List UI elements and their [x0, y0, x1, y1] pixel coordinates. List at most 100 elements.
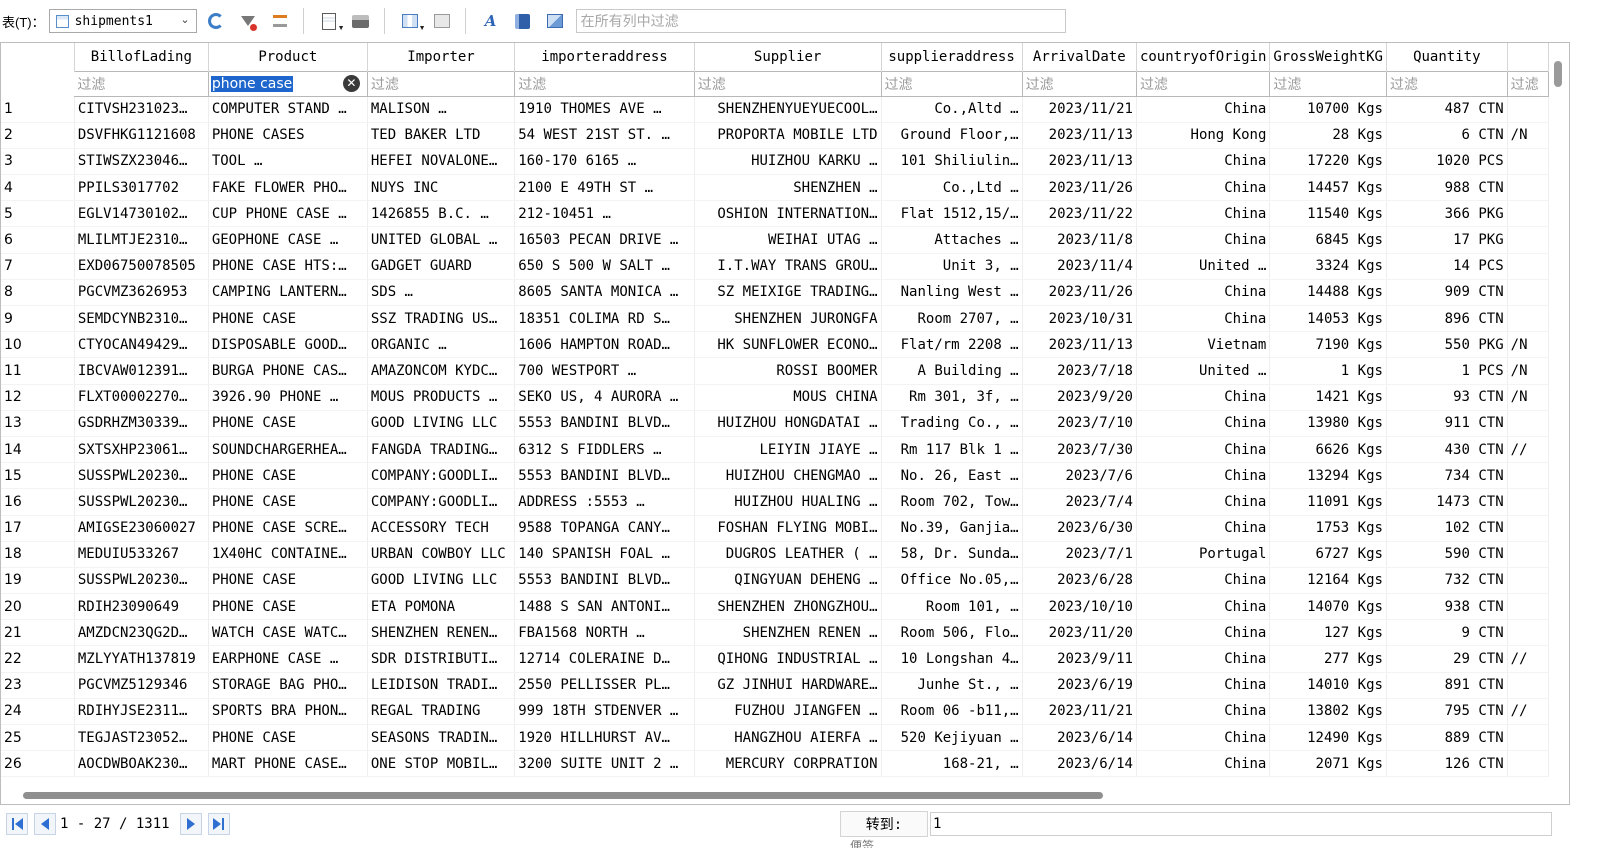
table-cell[interactable]: 2023/6/19: [1022, 672, 1137, 699]
table-cell[interactable]: [1507, 750, 1549, 778]
delete-record-button[interactable]: [429, 8, 455, 34]
table-cell[interactable]: 8605 SANTA MONICA …: [514, 279, 695, 307]
table-row[interactable]: 17 AMIGSE23060027 PHONE CASE SCRE… ACCESSOR…: [1, 515, 1549, 542]
table-cell[interactable]: 2023/6/14: [1022, 724, 1137, 752]
clear-filter-button[interactable]: [235, 8, 261, 34]
table-cell[interactable]: China: [1136, 436, 1271, 464]
table-cell[interactable]: 1 PCS: [1386, 357, 1508, 385]
table-cell[interactable]: 13802 Kgs: [1269, 698, 1387, 726]
table-row[interactable]: 11 IBCVAW012391… BURGA PHONE CAS… AMAZONCOM…: [1, 357, 1549, 385]
table-cell[interactable]: LEIDISON TRADI…: [367, 672, 516, 699]
table-cell[interactable]: /N: [1507, 357, 1549, 385]
table-cell[interactable]: 2023/6/30: [1022, 515, 1137, 542]
table-cell[interactable]: 2023/11/21: [1022, 698, 1137, 726]
table-cell[interactable]: China: [1136, 174, 1271, 202]
table-cell[interactable]: 550 PKG: [1386, 331, 1508, 359]
table-cell[interactable]: No. 26, East …: [881, 462, 1023, 490]
table-cell[interactable]: GOOD LIVING LLC: [367, 567, 516, 595]
table-cell[interactable]: 650 S 500 W SALT …: [514, 253, 695, 280]
column-header[interactable]: ArrivalDate: [1022, 43, 1137, 71]
table-row[interactable]: 16 SUSSPWL20230… PHONE CASE COMPANY:GOODLI……: [1, 488, 1549, 516]
table-cell[interactable]: A Building …: [881, 357, 1023, 385]
font-button[interactable]: A: [478, 8, 504, 34]
table-cell[interactable]: 366 PKG: [1386, 200, 1508, 228]
table-cell[interactable]: I.T.WAY TRANS GROU…: [694, 253, 882, 280]
table-cell[interactable]: 102 CTN: [1386, 515, 1508, 542]
table-cell[interactable]: 590 CTN: [1386, 541, 1508, 568]
table-cell[interactable]: 1 Kgs: [1269, 357, 1387, 385]
table-row[interactable]: 26 AOCDWBOAK230… MART PHONE CASE… ONE STOP …: [1, 750, 1549, 778]
table-cell[interactable]: China: [1136, 488, 1271, 516]
table-cell[interactable]: 2550 PELLISSER PL…: [514, 672, 695, 699]
table-cell[interactable]: 17220 Kgs: [1269, 148, 1387, 176]
table-cell[interactable]: 18351 COLIMA RD S…: [514, 305, 695, 333]
table-cell[interactable]: Nanling West …: [881, 279, 1023, 307]
table-cell[interactable]: TEGJAST23052…: [74, 724, 209, 752]
column-header[interactable]: BillofLading: [74, 43, 209, 71]
table-cell[interactable]: LEIYIN JIAYE …: [694, 436, 882, 464]
table-cell[interactable]: 14488 Kgs: [1269, 279, 1387, 307]
table-cell[interactable]: 2023/9/20: [1022, 384, 1137, 411]
table-cell[interactable]: 7190 Kgs: [1269, 331, 1387, 359]
table-cell[interactable]: 277 Kgs: [1269, 645, 1387, 673]
table-cell[interactable]: PHONE CASE: [208, 488, 368, 516]
table-cell[interactable]: 10 Longshan 4…: [881, 645, 1023, 673]
table-cell[interactable]: AMIGSE23060027: [74, 515, 209, 542]
table-cell[interactable]: DISPOSABLE GOOD…: [208, 331, 368, 359]
table-cell[interactable]: 1606 HAMPTON ROAD…: [514, 331, 695, 359]
table-cell[interactable]: China: [1136, 750, 1271, 778]
prev-page-button[interactable]: [34, 813, 56, 835]
table-cell[interactable]: China: [1136, 619, 1271, 647]
table-row[interactable]: 24 RDIHYJSE2311… SPORTS BRA PHON… REGAL TRA…: [1, 698, 1549, 726]
table-cell[interactable]: 6626 Kgs: [1269, 436, 1387, 464]
table-cell[interactable]: HEFEI NOVALONE…: [367, 148, 516, 176]
table-cell[interactable]: 6 CTN: [1386, 122, 1508, 149]
table-cell[interactable]: //: [1507, 645, 1549, 673]
table-cell[interactable]: 14070 Kgs: [1269, 593, 1387, 621]
table-cell[interactable]: OSHION INTERNATION…: [694, 200, 882, 228]
table-cell[interactable]: EGLV14730102…: [74, 200, 209, 228]
table-cell[interactable]: [1507, 567, 1549, 595]
table-cell[interactable]: //: [1507, 436, 1549, 464]
table-cell[interactable]: SDS …: [367, 279, 516, 307]
table-cell[interactable]: [1507, 488, 1549, 516]
table-cell[interactable]: 126 CTN: [1386, 750, 1508, 778]
bookmark-button[interactable]: [510, 8, 536, 34]
table-cell[interactable]: STIWSZX23046…: [74, 148, 209, 176]
vertical-scroll-thumb[interactable]: [1554, 61, 1562, 87]
table-cell[interactable]: HUIZHOU CHENGMAO …: [694, 462, 882, 490]
table-cell[interactable]: 2023/7/4: [1022, 488, 1137, 516]
table-cell[interactable]: [1507, 253, 1549, 280]
table-cell[interactable]: REGAL TRADING: [367, 698, 516, 726]
table-cell[interactable]: 1426855 B.C. …: [367, 200, 516, 228]
table-cell[interactable]: 3926.90 PHONE …: [208, 384, 368, 411]
table-cell[interactable]: FAKE FLOWER PHO…: [208, 174, 368, 202]
table-cell[interactable]: China: [1136, 148, 1271, 176]
table-cell[interactable]: 1753 Kgs: [1269, 515, 1387, 542]
table-cell[interactable]: Room 06 -b11,…: [881, 698, 1023, 726]
table-cell[interactable]: CAMPING LANTERN…: [208, 279, 368, 307]
table-cell[interactable]: Office No.05,…: [881, 567, 1023, 595]
table-cell[interactable]: 16503 PECAN DRIVE …: [514, 226, 695, 254]
table-cell[interactable]: PHONE CASE: [208, 305, 368, 333]
column-header[interactable]: countryofOrigin: [1136, 43, 1271, 71]
table-cell[interactable]: 2023/7/1: [1022, 541, 1137, 568]
table-cell[interactable]: PHONE CASE: [208, 567, 368, 595]
table-cell[interactable]: 909 CTN: [1386, 279, 1508, 307]
table-cell[interactable]: QIHONG INDUSTRIAL …: [694, 645, 882, 673]
table-cell[interactable]: AOCDWBOAK230…: [74, 750, 209, 778]
table-cell[interactable]: 795 CTN: [1386, 698, 1508, 726]
table-row[interactable]: 9 SEMDCYNB2310… PHONE CASE SSZ TRADING US… 1…: [1, 305, 1549, 333]
table-cell[interactable]: China: [1136, 698, 1271, 726]
table-cell[interactable]: CITVSH231023…: [74, 96, 209, 123]
table-cell[interactable]: AMAZONCOM KYDC…: [367, 357, 516, 385]
table-cell[interactable]: 3324 Kgs: [1269, 253, 1387, 280]
table-row[interactable]: 6 MLILMTJE2310… GEOPHONE CASE … UNITED GLOB…: [1, 226, 1549, 254]
table-cell[interactable]: CUP PHONE CASE …: [208, 200, 368, 228]
table-row[interactable]: 18 MEDUIU533267 1X40HC CONTAINE… URBAN COWB…: [1, 541, 1549, 568]
table-cell[interactable]: 1421 Kgs: [1269, 384, 1387, 411]
table-cell[interactable]: RDIH23090649: [74, 593, 209, 621]
table-cell[interactable]: GADGET GUARD: [367, 253, 516, 280]
table-cell[interactable]: SHENZHEN …: [694, 174, 882, 202]
table-cell[interactable]: China: [1136, 410, 1271, 437]
